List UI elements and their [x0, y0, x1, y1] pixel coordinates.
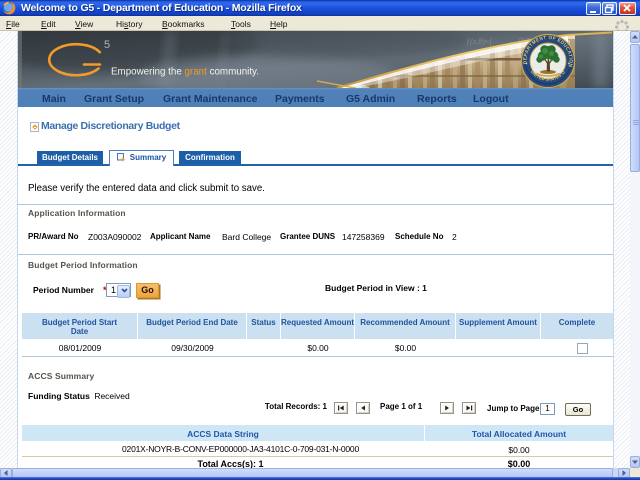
svg-text:Empowering the grant community: Empowering the grant community. [111, 67, 259, 78]
svg-text:✦: ✦ [525, 61, 529, 66]
svg-text:✦: ✦ [567, 61, 571, 66]
svg-text:5: 5 [104, 39, 110, 51]
svg-text:ƒ(x,θ)≈∫: ƒ(x,θ)≈∫ [466, 37, 492, 46]
